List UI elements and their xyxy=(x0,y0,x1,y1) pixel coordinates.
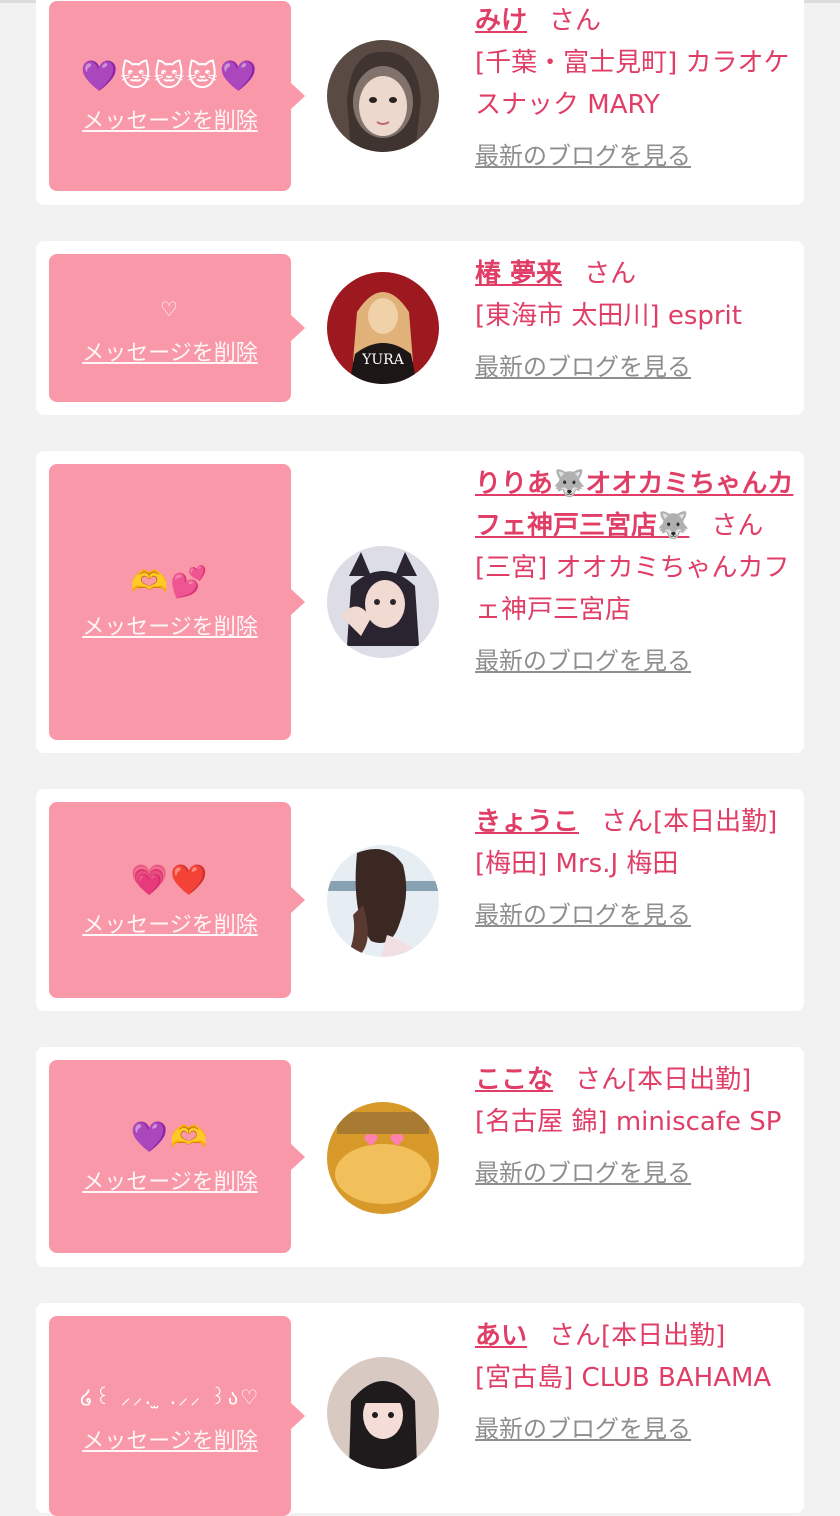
shop-info: [千葉・富士見町] カラオケスナック MARY xyxy=(475,48,790,120)
latest-blog-link[interactable]: 最新のブログを見る xyxy=(475,643,800,679)
message-emoji: ♡ xyxy=(160,297,180,321)
honorific: さん xyxy=(549,1321,602,1351)
shop-info: [梅田] Mrs.J 梅田 xyxy=(475,849,679,879)
delete-message-link[interactable]: メッセージを削除 xyxy=(82,907,258,939)
delete-message-link[interactable]: メッセージを削除 xyxy=(82,1423,258,1455)
honorific: さん xyxy=(584,259,637,289)
message-emoji: 💜🐱🐱🐱💜 xyxy=(80,59,260,94)
member-info: ここな さん[本日出勤] [名古屋 錦] miniscafe SP 最新のブログを… xyxy=(475,1059,800,1191)
member-info: みけ さん [千葉・富士見町] カラオケスナック MARY 最新のブログを見る xyxy=(475,0,800,174)
message-bubble: 💜🐱🐱🐱💜 メッセージを削除 xyxy=(49,1,305,191)
latest-blog-link[interactable]: 最新のブログを見る xyxy=(475,897,800,933)
member-info: 椿 夢来 さん [東海市 太田川] esprit 最新のブログを見る xyxy=(475,253,800,385)
delete-message-link[interactable]: メッセージを削除 xyxy=(82,335,258,367)
latest-blog-link[interactable]: 最新のブログを見る xyxy=(475,138,800,174)
message-emoji: ໒꒰ ⸝⸝. ̫ .⸝⸝ ꒱ა♡ xyxy=(79,1385,261,1409)
message-card: ໒꒰ ⸝⸝. ̫ .⸝⸝ ꒱ა♡ メッセージを削除 あい さん[本日出勤] [宮古… xyxy=(36,1303,804,1516)
member-name-link[interactable]: あい xyxy=(475,1321,527,1351)
message-card: 💗❤️ メッセージを削除 きょうこ さん[本日出勤] [梅田] Mrs.J 梅田 … xyxy=(36,789,804,1011)
avatar[interactable] xyxy=(327,1357,439,1469)
delete-message-link[interactable]: メッセージを削除 xyxy=(82,103,258,135)
message-bubble: 💜🫶 メッセージを削除 xyxy=(49,1060,305,1253)
honorific: さん xyxy=(601,807,654,837)
avatar[interactable] xyxy=(327,1102,439,1214)
message-card: 🫶💕 メッセージを削除 りりあ🐺オオカミちゃんカフェ神戸三宮店🐺 さん [三宮] … xyxy=(36,451,804,753)
avatar[interactable] xyxy=(327,845,439,957)
member-name-link[interactable]: 椿 夢来 xyxy=(475,259,562,289)
avatar[interactable] xyxy=(327,40,439,152)
avatar[interactable]: YURA xyxy=(327,272,439,384)
shop-info: [三宮] オオカミちゃんカフェ神戸三宮店 xyxy=(475,553,790,625)
message-card: 💜🫶 メッセージを削除 ここな さん[本日出勤] [名古屋 錦] miniscaf… xyxy=(36,1047,804,1267)
message-emoji: 💗❤️ xyxy=(130,863,210,898)
message-emoji: 💜🫶 xyxy=(130,1119,210,1155)
member-info: りりあ🐺オオカミちゃんカフェ神戸三宮店🐺 さん [三宮] オオカミちゃんカフェ神戸… xyxy=(475,463,800,679)
message-emoji: 🫶💕 xyxy=(130,565,210,600)
message-card: ♡ メッセージを削除 YURA 椿 夢来 さん [東海市 太田川] esprit … xyxy=(36,241,804,415)
shop-info: [名古屋 錦] miniscafe SP xyxy=(475,1107,782,1137)
latest-blog-link[interactable]: 最新のブログを見る xyxy=(475,1411,800,1447)
shop-info: [宮古島] CLUB BAHAMA xyxy=(475,1363,772,1393)
message-bubble: 🫶💕 メッセージを削除 xyxy=(49,464,305,740)
member-name-link[interactable]: みけ xyxy=(475,6,527,36)
message-card: 💜🐱🐱🐱💜 メッセージを削除 みけ さん [千葉・富士見町] カラオケスナック M… xyxy=(36,0,804,205)
message-bubble: 💗❤️ メッセージを削除 xyxy=(49,802,305,998)
member-name-link[interactable]: きょうこ xyxy=(475,807,579,837)
shop-info: [東海市 太田川] esprit xyxy=(475,301,742,331)
avatar-caption: YURA xyxy=(361,352,405,368)
latest-blog-link[interactable]: 最新のブログを見る xyxy=(475,349,800,385)
attendance-status: [本日出勤] xyxy=(653,807,778,837)
attendance-status: [本日出勤] xyxy=(601,1321,726,1351)
latest-blog-link[interactable]: 最新のブログを見る xyxy=(475,1155,800,1191)
delete-message-link[interactable]: メッセージを削除 xyxy=(82,1164,258,1196)
message-bubble: ໒꒰ ⸝⸝. ̫ .⸝⸝ ꒱ა♡ メッセージを削除 xyxy=(49,1316,305,1516)
avatar[interactable] xyxy=(327,546,439,658)
message-bubble: ♡ メッセージを削除 xyxy=(49,254,305,402)
member-info: あい さん[本日出勤] [宮古島] CLUB BAHAMA 最新のブログを見る xyxy=(475,1315,800,1447)
honorific: さん xyxy=(549,6,602,36)
delete-message-link[interactable]: メッセージを削除 xyxy=(82,609,258,641)
member-name-link[interactable]: ここな xyxy=(475,1065,553,1095)
honorific: さん xyxy=(711,511,764,541)
attendance-status: [本日出勤] xyxy=(627,1065,752,1095)
member-info: きょうこ さん[本日出勤] [梅田] Mrs.J 梅田 最新のブログを見る xyxy=(475,801,800,933)
honorific: さん xyxy=(575,1065,628,1095)
